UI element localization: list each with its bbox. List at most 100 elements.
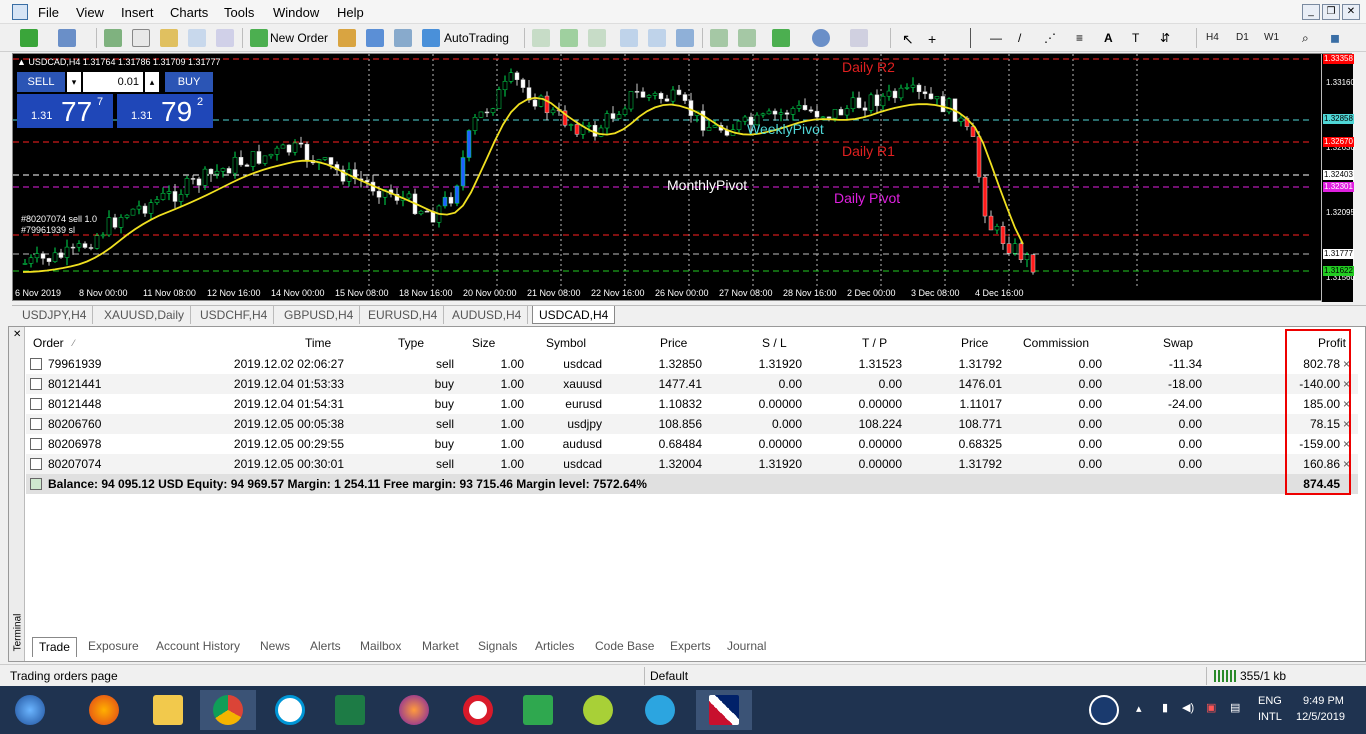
new-chart-icon[interactable] — [20, 29, 38, 47]
navigator-icon[interactable] — [160, 29, 178, 47]
tab-trade[interactable]: Trade — [32, 637, 77, 657]
periods-icon[interactable] — [812, 29, 830, 47]
tray-expand-icon[interactable]: ▴ — [1136, 702, 1142, 715]
new-order-icon[interactable] — [250, 29, 268, 47]
profile-name[interactable]: Default — [650, 669, 688, 683]
fibonacci-icon[interactable]: ⋰ — [1044, 31, 1056, 45]
chrome-icon[interactable] — [200, 690, 256, 730]
menu-file[interactable]: File — [38, 5, 59, 20]
market-watch-icon[interactable] — [104, 29, 122, 47]
arrows-icon[interactable]: ⇵ — [1160, 31, 1170, 45]
tab-experts[interactable]: Experts — [664, 637, 717, 657]
battery-icon[interactable]: ▮ — [1162, 701, 1168, 714]
horizontal-line-icon[interactable]: — — [990, 31, 1002, 45]
order-row[interactable]: 80121448 2019.12.04 01:54:31 buy 1.00 eu… — [26, 394, 1358, 414]
tab-alerts[interactable]: Alerts — [304, 637, 347, 657]
order-row[interactable]: 80121441 2019.12.04 01:53:33 buy 1.00 xa… — [26, 374, 1358, 394]
chart-tab[interactable]: EURUSD,H4 — [362, 306, 445, 324]
tab-account-history[interactable]: Account History — [150, 637, 246, 657]
tab-signals[interactable]: Signals — [472, 637, 523, 657]
terminal-icon[interactable] — [188, 29, 206, 47]
hp-icon[interactable] — [262, 690, 318, 730]
community-icon[interactable] — [366, 29, 384, 47]
sell-price-box[interactable]: 1.31 77 7 — [17, 94, 113, 128]
file-explorer-icon[interactable] — [140, 690, 196, 730]
tab-journal[interactable]: Journal — [721, 637, 772, 657]
etisalat-icon[interactable] — [570, 690, 626, 730]
col-sl[interactable]: S / L — [762, 333, 787, 353]
menu-view[interactable]: View — [76, 5, 104, 20]
col-order[interactable]: Order — [33, 333, 64, 353]
profiles-icon[interactable] — [58, 29, 76, 47]
chart-tab[interactable]: GBPUSD,H4 — [278, 306, 361, 324]
chat-icon[interactable]: ◼ — [1330, 31, 1340, 45]
menu-help[interactable]: Help — [337, 5, 364, 20]
zoom-in-icon[interactable] — [620, 29, 638, 47]
col-current-price[interactable]: Price — [961, 333, 988, 353]
templates-icon[interactable] — [850, 29, 868, 47]
autoscroll-icon[interactable] — [738, 29, 756, 47]
timeframe-w1[interactable]: W1 — [1264, 32, 1279, 43]
col-price[interactable]: Price — [660, 333, 687, 353]
volume-icon[interactable]: ◀) — [1182, 701, 1194, 714]
firefox-icon[interactable] — [76, 690, 132, 730]
new-order-button[interactable]: New Order — [270, 31, 328, 45]
order-row[interactable]: 80207074 2019.12.05 00:30:01 sell 1.00 u… — [26, 454, 1358, 474]
terminal-close-icon[interactable]: ✕ — [13, 329, 21, 340]
trendline-icon[interactable]: / — [1018, 31, 1021, 45]
col-tp[interactable]: T / P — [862, 333, 887, 353]
autotrading-icon[interactable] — [422, 29, 440, 47]
notification-icon[interactable]: ▤ — [1230, 701, 1240, 714]
lot-size-input[interactable]: 0.01 — [83, 72, 143, 92]
tab-code-base[interactable]: Code Base — [589, 637, 660, 657]
buy-price-box[interactable]: 1.31 79 2 — [117, 94, 213, 128]
chart-tab-active[interactable]: USDCAD,H4 — [532, 306, 616, 324]
media-player-icon[interactable] — [386, 690, 442, 730]
menu-tools[interactable]: Tools — [224, 5, 254, 20]
tab-articles[interactable]: Articles — [529, 637, 580, 657]
telegram-icon[interactable] — [632, 690, 688, 730]
network-icon[interactable]: ▣ — [1206, 701, 1216, 714]
chart-shift-icon[interactable] — [710, 29, 728, 47]
tab-exposure[interactable]: Exposure — [82, 637, 145, 657]
tile-windows-icon[interactable] — [676, 29, 694, 47]
col-type[interactable]: Type — [398, 333, 424, 353]
tab-market[interactable]: Market — [416, 637, 465, 657]
tab-news[interactable]: News — [254, 637, 296, 657]
tab-mailbox[interactable]: Mailbox — [354, 637, 407, 657]
indicators-icon[interactable] — [772, 29, 790, 47]
opera-icon[interactable] — [450, 690, 506, 730]
text-tool-icon[interactable]: A — [1104, 31, 1113, 45]
buy-button[interactable]: BUY — [165, 72, 213, 92]
order-row[interactable]: 80206760 2019.12.05 00:05:38 sell 1.00 u… — [26, 414, 1358, 434]
data-window-icon[interactable] — [132, 29, 150, 47]
lot-down-icon[interactable]: ▾ — [67, 72, 81, 92]
line-chart-icon[interactable] — [588, 29, 606, 47]
autotrading-button[interactable]: AutoTrading — [444, 31, 509, 45]
timeframe-d1[interactable]: D1 — [1236, 32, 1249, 43]
cursor-icon[interactable]: ↖ — [902, 31, 914, 48]
chart-tab[interactable]: AUDUSD,H4 — [446, 306, 529, 324]
menu-insert[interactable]: Insert — [121, 5, 154, 20]
order-row[interactable]: 79961939 2019.12.02 02:06:27 sell 1.00 u… — [26, 354, 1358, 374]
minimize-icon[interactable]: _ — [1302, 4, 1320, 20]
language-2[interactable]: INTL — [1258, 711, 1282, 723]
crosshair-icon[interactable]: + — [928, 31, 936, 47]
timeframe-h4[interactable]: H4 — [1206, 32, 1219, 43]
signals-icon[interactable] — [394, 29, 412, 47]
store-icon[interactable] — [510, 690, 566, 730]
chart-tab[interactable]: USDCHF,H4 — [194, 306, 275, 324]
zoom-out-icon[interactable] — [648, 29, 666, 47]
order-row[interactable]: 80206978 2019.12.05 00:29:55 buy 1.00 au… — [26, 434, 1358, 454]
clock-date[interactable]: 12/5/2019 — [1296, 711, 1345, 723]
metatrader-icon[interactable] — [696, 690, 752, 730]
bar-chart-icon[interactable] — [532, 29, 550, 47]
clock-time[interactable]: 9:49 PM — [1303, 695, 1344, 707]
language-1[interactable]: ENG — [1258, 695, 1282, 707]
excel-icon[interactable] — [322, 690, 378, 730]
col-swap[interactable]: Swap — [1163, 333, 1193, 353]
search-icon[interactable]: ⌕ — [1302, 31, 1309, 46]
candlestick-icon[interactable] — [560, 29, 578, 47]
menu-window[interactable]: Window — [273, 5, 319, 20]
price-chart[interactable]: ▲ USDCAD,H4 1.31764 1.31786 1.31709 1.31… — [12, 53, 1355, 302]
